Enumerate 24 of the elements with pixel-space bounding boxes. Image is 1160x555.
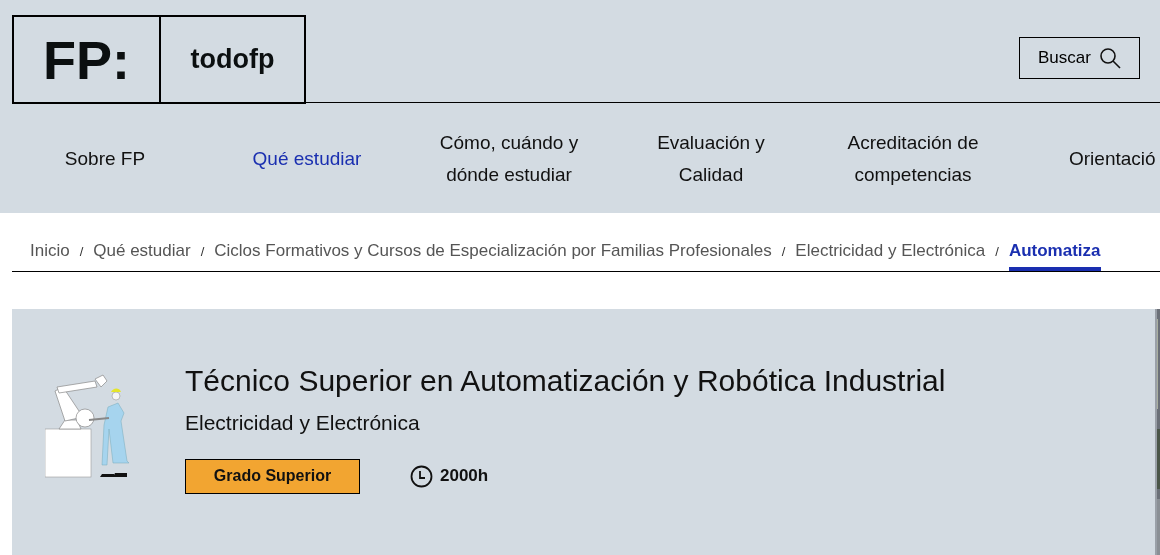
breadcrumb-link[interactable]: Qué estudiar [93,238,191,271]
breadcrumb-separator: / [79,242,84,261]
breadcrumb-separator: / [200,242,205,261]
breadcrumb-link[interactable]: Inicio [12,238,70,271]
breadcrumb-link[interactable]: Ciclos Formativos y Cursos de Especialización por Familias Profesionales [214,238,772,271]
clock-icon [410,464,433,488]
level-badge: Grado Superior [185,458,360,494]
breadcrumb-link[interactable]: Electricidad y Electrónica [795,238,986,271]
nav-link[interactable]: Qué estudiar [252,142,362,175]
course-title: Técnico Superior en Automatización y Robótica Industrial [185,363,946,399]
breadcrumb-separator: / [995,242,999,261]
breadcrumb-link[interactable]: Automatiza [1008,238,1101,271]
course-family: Electricidad y Electrónica [185,410,421,436]
logo-name[interactable]: todofp [161,17,304,102]
logo-mark[interactable]: FP: [14,17,159,102]
nav-link[interactable]: Cómo, cuándo y dónde estudiar [424,126,594,191]
breadcrumb-separator: / [781,242,786,261]
nav-link[interactable]: Sobre FP [64,142,146,175]
nav-link[interactable]: Acreditación de competencias [828,126,998,191]
search-button[interactable]: Buscar [1019,37,1140,79]
nav-link[interactable]: Evaluación y Calidad [626,126,796,191]
nav-link[interactable]: Orientació [1069,142,1156,175]
duration-text: 2000h [440,465,489,488]
search-icon [1098,47,1121,69]
